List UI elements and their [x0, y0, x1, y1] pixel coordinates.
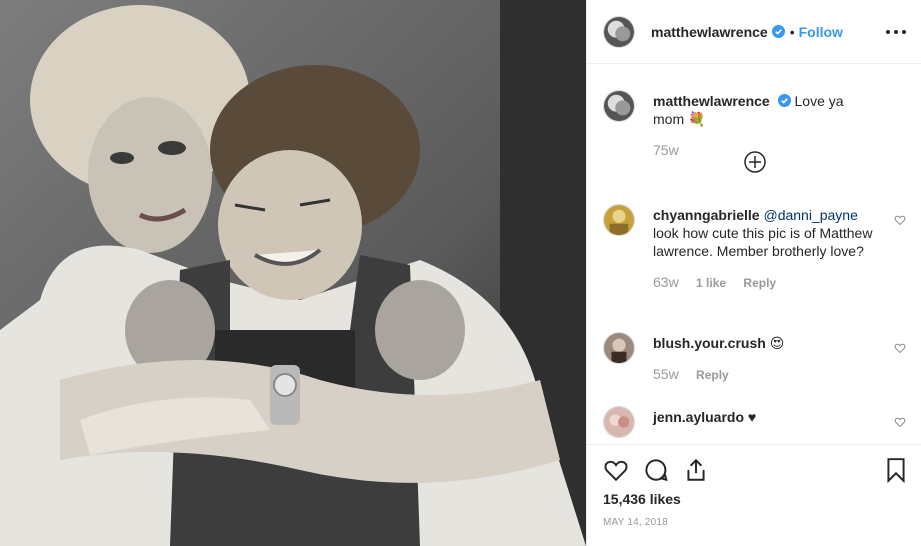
comment-username[interactable]: blush.your.crush [653, 335, 766, 351]
heart-icon[interactable] [894, 342, 906, 354]
caption-username[interactable]: matthewlawrence [653, 93, 770, 109]
comment-likes[interactable]: 1 like [696, 276, 726, 290]
likes-count[interactable]: 15,436 likes [603, 491, 681, 507]
heart-icon[interactable] [894, 214, 906, 226]
follow-button[interactable]: Follow [799, 24, 843, 40]
post-date[interactable]: MAY 14, 2018 [603, 517, 668, 528]
avatar[interactable] [603, 332, 635, 364]
comment-username[interactable]: jenn.ayluardo [653, 409, 744, 425]
reply-button[interactable]: Reply [696, 368, 729, 382]
reply-button[interactable]: Reply [743, 276, 776, 290]
more-options-icon[interactable] [886, 22, 906, 42]
comment-mention[interactable]: @danni_payne [763, 207, 857, 223]
caption-age[interactable]: 75w [653, 142, 679, 158]
share-icon[interactable] [683, 457, 709, 483]
heart-icon[interactable] [894, 416, 906, 428]
post-actions: 15,436 likes MAY 14, 2018 [587, 444, 921, 546]
post-header: matthewlawrence • Follow [587, 0, 921, 64]
heart-icon[interactable] [603, 457, 629, 483]
comment-age[interactable]: 55w [653, 366, 679, 382]
comment-age[interactable]: 63w [653, 274, 679, 290]
comment-text: ♥ [747, 409, 757, 425]
comment-text: 😍 [769, 335, 785, 351]
comment-text: look how cute this pic is of Matthew law… [653, 225, 873, 259]
avatar[interactable] [603, 90, 635, 122]
avatar[interactable] [603, 204, 635, 236]
post-panel: matthewlawrence • Follow matthewlawrence… [586, 0, 921, 546]
avatar[interactable] [603, 15, 635, 48]
comment-bubble-icon[interactable] [643, 457, 669, 483]
caption-item: matthewlawrence Love ya mom 💐 75w [603, 90, 906, 158]
comment-item: blush.your.crush 😍 55w Reply [603, 332, 906, 382]
comment-item: chyanngabrielle @danni_payne look how cu… [603, 204, 906, 290]
post-photo[interactable] [0, 0, 586, 546]
comment-username[interactable]: chyanngabrielle [653, 207, 760, 223]
load-more-comments-icon[interactable] [744, 151, 766, 173]
comment-item: jenn.ayluardo ♥ [603, 406, 906, 438]
bookmark-icon[interactable] [883, 457, 909, 483]
separator-dot: • [789, 23, 795, 40]
header-username[interactable]: matthewlawrence [651, 24, 768, 40]
verified-badge-icon [777, 94, 791, 107]
comments-list[interactable]: matthewlawrence Love ya mom 💐 75w chyann… [587, 64, 921, 444]
bouquet-emoji: 💐 [688, 111, 706, 127]
verified-badge-icon [771, 25, 785, 38]
avatar[interactable] [603, 406, 635, 438]
